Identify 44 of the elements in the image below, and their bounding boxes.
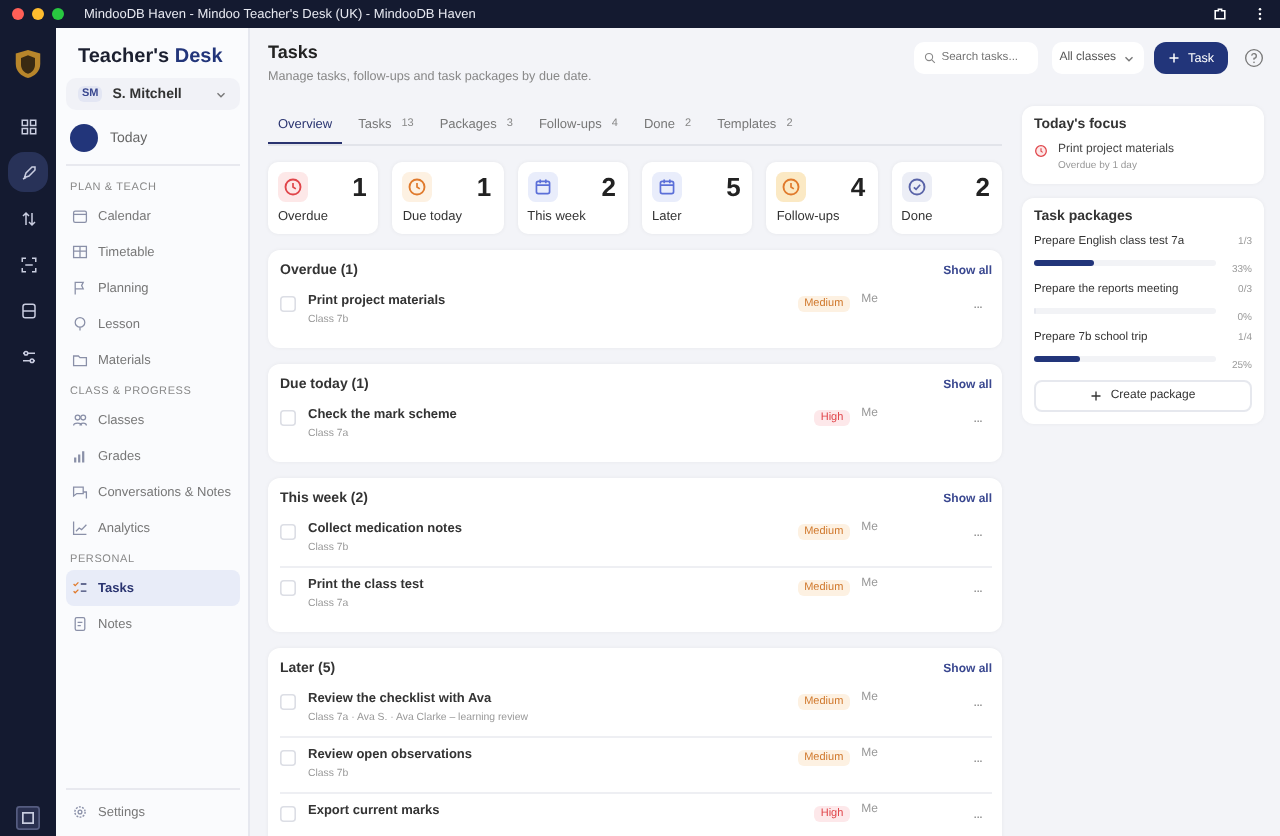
search-icon (923, 52, 936, 64)
page-title: Tasks (268, 42, 318, 62)
people-icon (72, 412, 88, 428)
clock-icon (278, 172, 308, 202)
extension-icon[interactable] (1212, 6, 1228, 22)
stat-value: 1 (352, 172, 367, 202)
task-checkbox[interactable] (280, 410, 296, 426)
task-checkbox[interactable] (280, 524, 296, 540)
flag-icon (72, 280, 88, 296)
calendar-icon (527, 172, 558, 202)
app-title: Teacher's Desk (78, 46, 225, 68)
plus-icon (1090, 390, 1103, 402)
checklist-icon (72, 580, 88, 596)
chat-icon (72, 484, 88, 500)
stat-value: 2 (975, 172, 990, 202)
chevron-down-icon (214, 87, 228, 101)
shield-logo-icon (14, 48, 42, 80)
stat-value: 1 (476, 172, 492, 202)
maximize-window-button[interactable] (52, 8, 64, 20)
calendar-icon (72, 208, 88, 224)
minimize-window-button[interactable] (32, 8, 44, 20)
close-window-button[interactable] (12, 8, 24, 20)
panel-toggle-icon[interactable] (16, 806, 40, 830)
task-checkbox[interactable] (280, 806, 296, 822)
clock-icon (1034, 144, 1048, 158)
table-icon (72, 244, 88, 260)
help-icon[interactable] (1244, 48, 1264, 68)
clock-icon (776, 172, 807, 202)
note-icon (72, 616, 88, 632)
stat-value: 5 (726, 172, 741, 202)
folder-icon (72, 352, 88, 368)
plus-icon (1168, 52, 1181, 64)
line-chart-icon (72, 520, 88, 536)
task-checkbox[interactable] (280, 296, 296, 312)
task-checkbox[interactable] (280, 580, 296, 596)
chevron-down-icon (1122, 51, 1137, 65)
stat-value: 4 (850, 172, 866, 202)
task-checkbox[interactable] (280, 750, 296, 766)
stat-value: 2 (601, 172, 616, 202)
clock-icon (402, 172, 433, 202)
settings-icon (72, 804, 88, 820)
bar-chart-icon (72, 448, 88, 464)
task-checkbox[interactable] (280, 694, 296, 710)
calendar-icon (651, 172, 682, 202)
